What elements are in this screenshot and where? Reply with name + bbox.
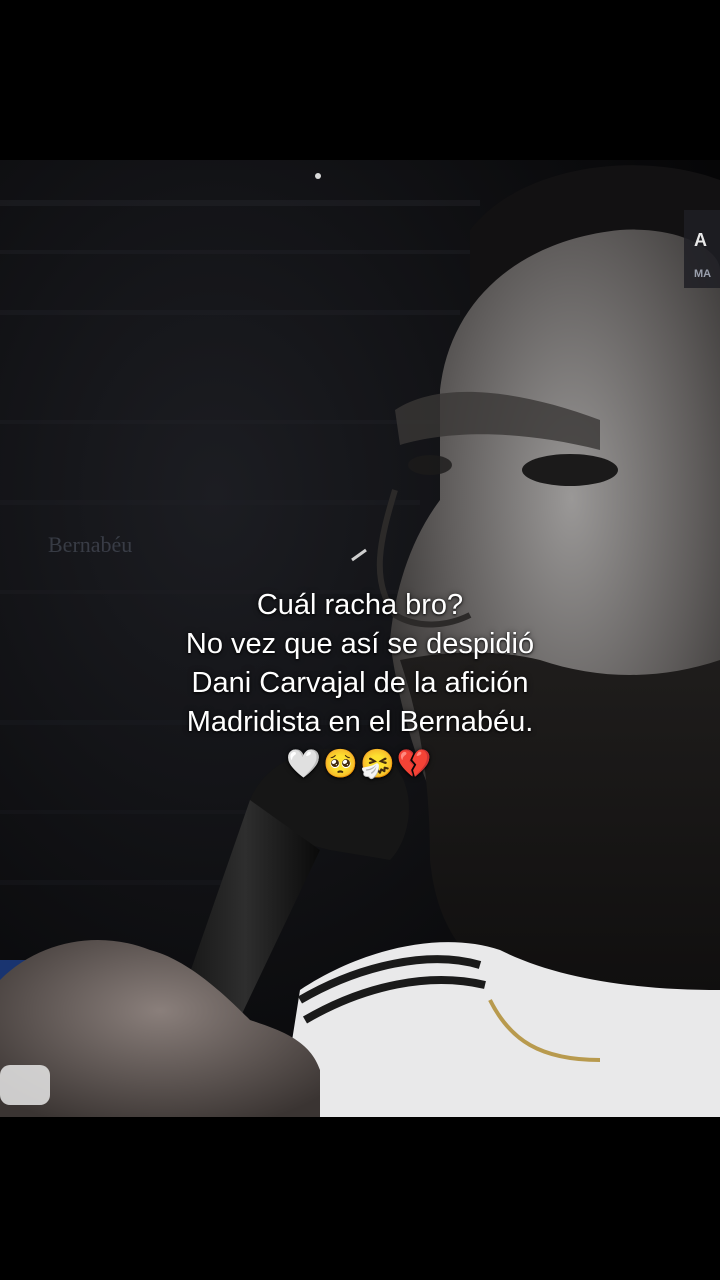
caption-line: Madridista en el Bernabéu. — [186, 706, 534, 738]
badge-subtext: MA — [694, 268, 712, 280]
caption-line: Dani Carvajal de la afición — [191, 667, 529, 699]
caption-overlay: Cuál racha bro? No vez que así se despid… — [0, 586, 720, 783]
caption-line: Cuál racha bro? — [256, 589, 464, 621]
eye — [408, 455, 452, 475]
caption-line: No vez que así se despidió — [185, 628, 535, 660]
broadcast-logo-badge: A MA — [684, 210, 720, 288]
stadium-light — [315, 173, 321, 179]
top-letterbox — [0, 0, 720, 160]
badge-letter: A — [694, 230, 707, 250]
eye — [522, 454, 618, 486]
wristband — [0, 1065, 50, 1105]
caption-emojis: 🤍🥺🤧💔 — [286, 748, 434, 779]
bottom-letterbox — [0, 1117, 720, 1280]
stadium-sign: Bernabéu — [48, 532, 133, 557]
